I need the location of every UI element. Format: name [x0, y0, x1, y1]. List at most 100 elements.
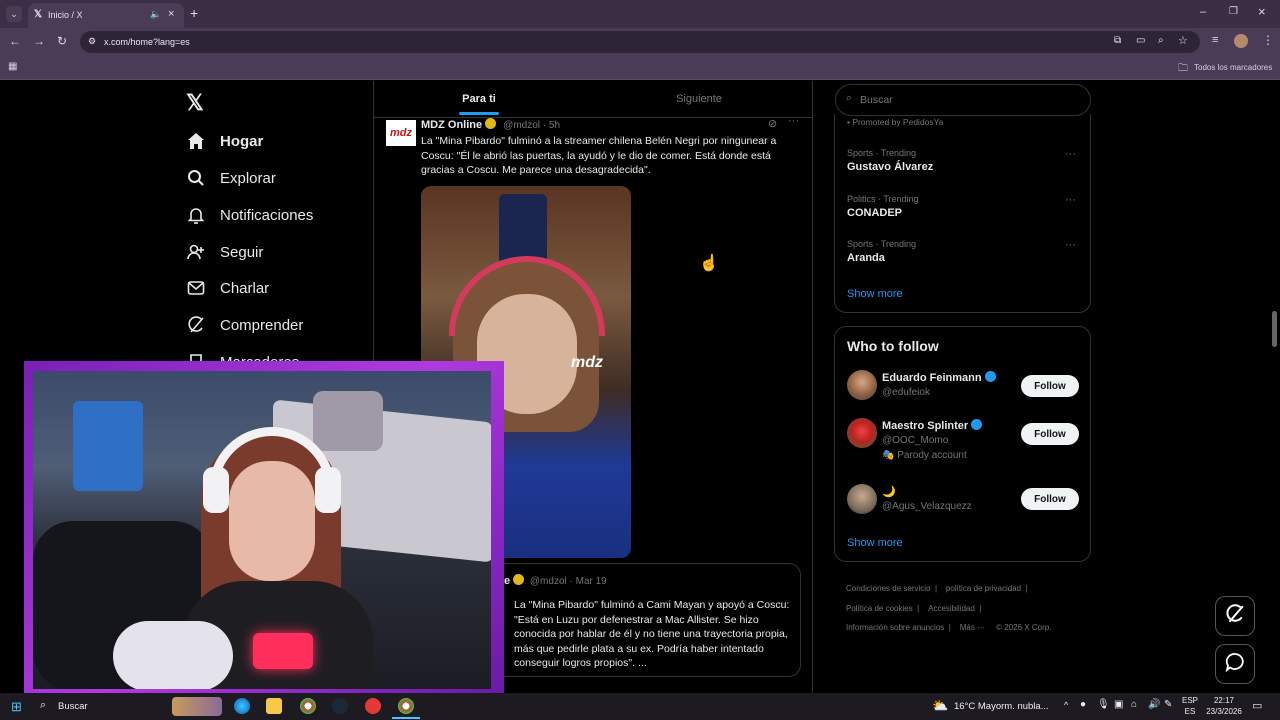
suggestion-info[interactable]: Maestro Splinter @OOC_Momo 🎭 Parody acco… [882, 419, 983, 461]
tab-label: Siguiente [676, 93, 722, 105]
post-handle[interactable]: @mdzol · 5h [503, 120, 560, 131]
nav-item-home[interactable]: Hogar [186, 126, 263, 156]
search-input[interactable]: ⌕ Buscar [835, 84, 1091, 116]
zoom-icon[interactable]: ⌕ [1158, 35, 1164, 46]
nav-item-follow[interactable]: Seguir [186, 237, 263, 267]
tab-following[interactable]: Siguiente [594, 81, 804, 117]
tray-app-icon[interactable]: ● [1080, 699, 1086, 710]
promoted-label: ▪ Promoted by PedidosYa [847, 117, 944, 127]
taskbar-search[interactable]: Buscar [58, 701, 88, 712]
more-options-icon[interactable]: ··· [1065, 194, 1076, 206]
grok-float-button[interactable] [1215, 596, 1255, 636]
post-avatar[interactable]: mdz [386, 120, 416, 146]
translate-icon[interactable]: ⧉ [1114, 35, 1121, 46]
nav-item-notifications[interactable]: Notificaciones [186, 200, 313, 230]
quoted-text: La "Mina Pibardo" fulminó a Cami Mayan y… [514, 599, 790, 669]
webcam-video [33, 371, 491, 689]
search-highlight-image[interactable] [172, 697, 222, 716]
apps-grid-icon[interactable]: ▦ [8, 61, 17, 72]
page-scrollbar[interactable] [1272, 311, 1277, 347]
bell-icon [186, 205, 206, 225]
headphone-cup [315, 467, 341, 513]
verified-badge-icon [485, 118, 497, 129]
trend-item[interactable]: Sports · Trending Aranda [847, 239, 916, 264]
trend-name: CONADEP [847, 207, 903, 219]
new-tab-icon[interactable]: + [190, 5, 198, 21]
trends-panel: ▪ Promoted by PedidosYa Sports · Trendin… [834, 114, 1091, 313]
windows-start-icon[interactable]: ⊞ [11, 699, 22, 715]
grok-icon[interactable]: ⊘ [768, 117, 777, 130]
avatar[interactable] [847, 418, 877, 448]
browser-tab[interactable]: 𝕏 Inicio / X 🔈 × [28, 3, 184, 28]
footer-link-ads[interactable]: Información sobre anuncios [846, 623, 944, 632]
grok-icon [1225, 603, 1245, 629]
avatar[interactable] [847, 484, 877, 514]
trend-item[interactable]: Sports · Trending Gustavo Álvarez [847, 148, 933, 173]
speaker-icon[interactable]: 🔈 [150, 9, 161, 20]
forward-icon[interactable]: → [33, 34, 45, 48]
microphone-icon[interactable]: 🎙 [1097, 699, 1110, 710]
nav-item-explore[interactable]: Explorar [186, 163, 276, 193]
url-field[interactable]: ⚙ x.com/home?lang=es ⧉ ▭ ⌕ ☆ [80, 31, 1200, 53]
edge-icon[interactable] [234, 698, 250, 714]
show-more-link[interactable]: Show more [847, 288, 903, 300]
x-logo[interactable]: 𝕏 [186, 90, 204, 116]
menu-icon[interactable]: ⋮ [1262, 33, 1274, 47]
network-icon[interactable]: ⌂ [1131, 699, 1137, 710]
active-app-indicator [392, 717, 420, 719]
chrome-icon[interactable] [300, 698, 316, 714]
post-author-name[interactable]: MDZ Online [421, 119, 482, 131]
tab-list-button[interactable]: ⌄ [6, 6, 22, 22]
clock[interactable]: 22:17 23/3/2026 [1204, 695, 1244, 717]
trend-item[interactable]: Politics · Trending CONADEP [847, 194, 919, 219]
pen-icon[interactable]: ✎ [1164, 699, 1172, 710]
footer-link-privacy[interactable]: política de privacidad [946, 584, 1021, 593]
nav-item-chat[interactable]: Charlar [186, 273, 269, 303]
reload-icon[interactable]: ↻ [57, 34, 67, 48]
chrome-active-icon[interactable] [398, 698, 414, 714]
show-more-link[interactable]: Show more [847, 537, 903, 549]
nav-item-grok[interactable]: Comprender [186, 310, 303, 340]
clothes-shape [73, 401, 143, 491]
notifications-icon[interactable]: ▭ [1252, 699, 1262, 712]
close-window-icon[interactable]: × [1258, 4, 1266, 19]
restore-icon[interactable]: ❐ [1229, 6, 1238, 17]
footer-link-accessibility[interactable]: Accesibilidad [928, 604, 975, 613]
follow-button[interactable]: Follow [1021, 375, 1079, 397]
follow-button[interactable]: Follow [1021, 488, 1079, 510]
footer-link-more[interactable]: Más ··· [960, 623, 985, 632]
minimize-icon[interactable]: – [1200, 6, 1206, 18]
steam-icon[interactable] [332, 698, 348, 714]
chevron-up-icon[interactable]: ^ [1064, 700, 1068, 710]
footer-link-cookies[interactable]: Política de cookies [846, 604, 913, 613]
more-options-icon[interactable]: ··· [788, 115, 799, 127]
more-options-icon[interactable]: ··· [1065, 148, 1076, 160]
all-bookmarks-link[interactable]: Todos los marcadores [1194, 63, 1272, 72]
more-options-icon[interactable]: ··· [1065, 239, 1076, 251]
recording-app-icon[interactable] [365, 698, 381, 714]
footer-link-terms[interactable]: Condiciones de servicio [846, 584, 931, 593]
profile-avatar[interactable] [1234, 34, 1248, 48]
follow-button[interactable]: Follow [1021, 423, 1079, 445]
file-explorer-icon[interactable] [266, 698, 282, 714]
suggestion-info[interactable]: 🌙 @Agus_Velazquezz [882, 485, 972, 512]
messages-float-button[interactable] [1215, 644, 1255, 684]
volume-icon[interactable]: 🔊 [1148, 699, 1160, 710]
site-info-icon[interactable]: ⚙ [88, 36, 96, 47]
avatar[interactable] [847, 370, 877, 400]
language-indicator[interactable]: ESP ES [1180, 695, 1200, 717]
address-bar-row: ← → ↻ ⚙ x.com/home?lang=es ⧉ ▭ ⌕ ☆ ≡ ⋮ [0, 28, 1280, 56]
search-icon: ⌕ [846, 92, 853, 104]
suggestion-info[interactable]: Eduardo Feinmann @edufeiok [882, 371, 996, 398]
footer-links: Condiciones de servicio | política de pr… [846, 584, 1052, 632]
search-icon: ⌕ [40, 699, 47, 711]
streamer-leg [113, 621, 233, 689]
weather-text[interactable]: 16°C Mayorm. nubla... [954, 701, 1049, 712]
bookmark-star-icon[interactable]: ☆ [1178, 34, 1188, 47]
tray-app-icon[interactable]: ▣ [1114, 699, 1123, 710]
close-tab-icon[interactable]: × [168, 8, 174, 20]
back-icon[interactable]: ← [9, 34, 21, 48]
tab-search-icon[interactable]: ≡ [1212, 34, 1218, 46]
verified-badge-icon [971, 419, 983, 430]
install-icon[interactable]: ▭ [1136, 35, 1145, 46]
